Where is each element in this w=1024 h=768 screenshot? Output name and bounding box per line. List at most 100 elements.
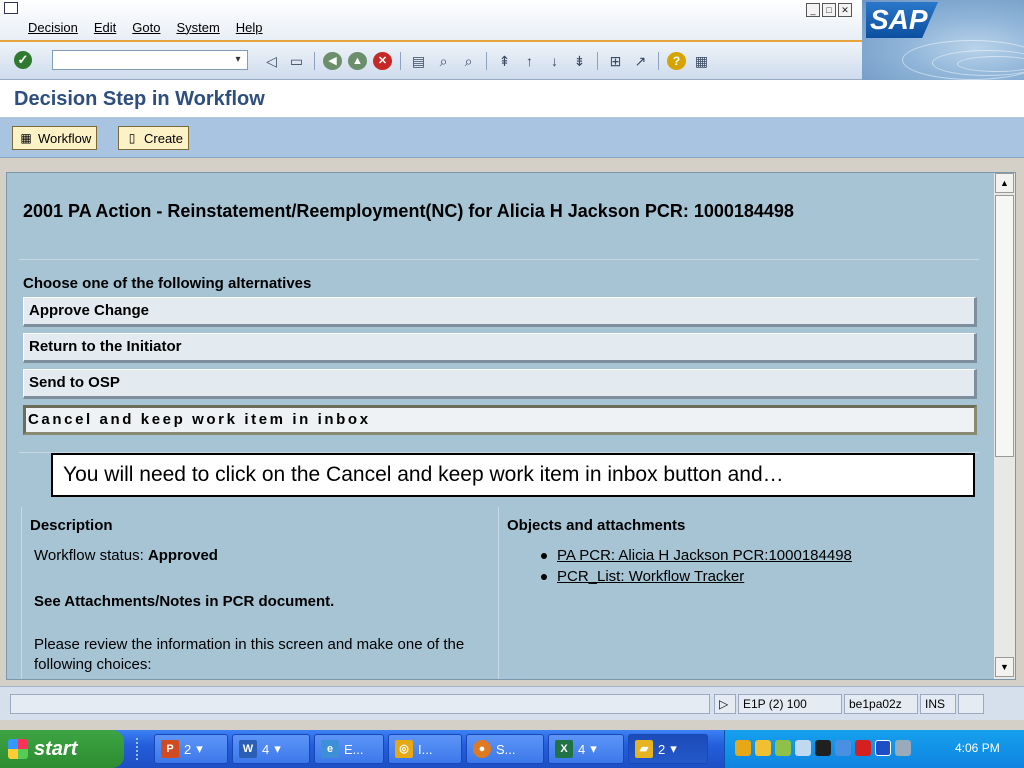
menu-list: Decision Edit Goto System Help [28,20,263,35]
list-item: PCR_List: Workflow Tracker [541,568,852,585]
system-tray: 4:06 PM [724,730,1024,768]
sap-logo-area: SAP [862,0,1024,80]
create-button[interactable]: ▯ Create [118,126,190,150]
workflow-button[interactable]: ▦ Workflow [12,126,98,150]
close-icon[interactable]: ✕ [838,3,852,17]
task-sap-gui[interactable]: ◎ I... [388,734,462,764]
network-tray-icon[interactable] [795,740,811,756]
tray-icons [735,740,911,756]
task-folder[interactable]: ▰ 2 ▾ [628,734,708,764]
list-item: PA PCR: Alicia H Jackson PCR:1000184498 [541,547,852,564]
sap-gui-icon: ◎ [395,740,413,758]
task-firefox[interactable]: ● S... [466,734,544,764]
workflow-status-value: Approved [147,547,218,564]
create-session-icon[interactable]: ⊞ [606,52,625,70]
scroll-down-icon[interactable]: ▼ [995,657,1014,677]
back-icon[interactable]: ◀ [323,52,342,70]
instruction-callout: You will need to click on the Cancel and… [51,453,975,497]
last-page-icon[interactable]: ⇟ [570,52,589,70]
create-icon: ▯ [128,131,136,145]
next-page-icon[interactable]: ↓ [545,52,564,70]
windows-taskbar: start P2 ▾ W4 ▾ e E... ◎ I... ● S... X4 ▾ ▰… [0,730,1024,768]
return-to-initiator-button[interactable]: Return to the Initiator [23,333,977,363]
help-icon[interactable]: ? [667,52,686,70]
layout-icon[interactable]: ▦ [692,52,711,70]
start-label: start [34,737,78,760]
word-icon: W [239,740,257,758]
quick-launch-divider [136,738,146,760]
folder-icon: ▰ [635,740,653,758]
status-message-field [10,694,710,714]
save-icon[interactable]: ▭ [287,52,306,70]
pencil-tray-icon[interactable] [775,740,791,756]
menu-edit[interactable]: Edit [94,20,116,35]
vertical-scrollbar[interactable]: ▲ ▼ [993,173,1015,679]
menu-goto[interactable]: Goto [132,20,160,35]
server-name: be1pa02z [844,694,918,714]
print-icon[interactable]: ▤ [409,52,428,70]
create-button-label: Create [144,130,184,146]
objects-section: Objects and attachments PA PCR: Alicia H… [507,507,987,679]
status-expand-icon[interactable]: ▷ [714,694,736,714]
workflow-status-label: Workflow status: [34,547,144,564]
scroll-up-icon[interactable]: ▲ [995,173,1014,193]
command-input[interactable] [53,51,228,69]
objects-heading: Objects and attachments [507,517,686,534]
monitor-tray-icon[interactable] [835,740,851,756]
media-tray-icon[interactable] [875,740,891,756]
workflow-tracker-link[interactable]: PCR_List: Workflow Tracker [557,568,744,585]
description-heading: Description [30,517,113,534]
command-history-icon[interactable]: ▾ [231,53,245,67]
cancel-keep-in-inbox-button[interactable]: Cancel and keep work item in inbox [23,405,977,435]
lock-icon [958,694,984,714]
attachment-list: PA PCR: Alicia H Jackson PCR:1000184498 … [541,547,852,589]
scroll-thumb[interactable] [995,195,1014,457]
sap-tray-icon[interactable] [735,740,751,756]
sap-logo: SAP [866,2,938,38]
menu-system[interactable]: System [176,20,219,35]
explorer-icon: e [321,740,339,758]
send-to-osp-button[interactable]: Send to OSP [23,369,977,399]
excel-icon: X [555,740,573,758]
printer-tray-icon[interactable] [895,740,911,756]
task-excel[interactable]: X4 ▾ [548,734,624,764]
maximize-icon[interactable]: □ [822,3,836,17]
standard-toolbar: ✓ ▾ ◁ ▭ ◀ ▲ ✕ ▤ ⌕ ⌕ ⇞ ↑ ↓ ⇟ ⊞ ↗ ? ▦ [0,42,862,80]
window-buttons: _ □ ✕ [806,3,852,17]
norton-tray-icon[interactable] [855,740,871,756]
cancel-icon[interactable]: ✕ [373,52,392,70]
status-bar: ▷ E1P (2) 100 be1pa02z INS [0,686,1024,720]
menu-help[interactable]: Help [236,20,263,35]
title-bar: Decision Step in Workflow [0,80,1024,118]
clock: 4:06 PM [955,741,1000,755]
previous-page-icon[interactable]: ↑ [520,52,539,70]
insert-mode: INS [920,694,956,714]
messenger-tray-icon[interactable] [815,740,831,756]
notes-tray-icon[interactable] [755,740,771,756]
find-icon[interactable]: ⌕ [434,52,453,70]
work-item-heading: 2001 PA Action - Reinstatement/Reemploym… [23,201,794,221]
application-toolbar: ▦ Workflow ▯ Create [0,118,1024,158]
collapse-icon[interactable]: ◁ [262,52,281,70]
menu-decision[interactable]: Decision [28,20,78,35]
page-title: Decision Step in Workflow [14,88,265,110]
enter-icon[interactable]: ✓ [14,51,32,69]
task-word[interactable]: W4 ▾ [232,734,310,764]
minimize-icon[interactable]: _ [806,3,820,17]
exit-icon[interactable]: ▲ [348,52,367,70]
shortcut-icon[interactable]: ↗ [631,52,650,70]
description-section: Description Workflow status: Approved Se… [21,507,499,679]
pa-pcr-link[interactable]: PA PCR: Alicia H Jackson PCR:1000184498 [557,547,852,564]
find-next-icon[interactable]: ⌕ [459,52,478,70]
approve-change-button[interactable]: Approve Change [23,297,977,327]
task-powerpoint[interactable]: P2 ▾ [154,734,228,764]
task-explorer[interactable]: e E... [314,734,384,764]
start-button[interactable]: start [0,730,124,768]
windows-flag-icon [8,739,28,759]
workflow-icon: ▦ [20,131,32,145]
decision-panel: 2001 PA Action - Reinstatement/Reemploym… [6,172,1016,680]
command-field[interactable]: ▾ [52,50,248,70]
system-menu-icon[interactable] [4,2,18,14]
first-page-icon[interactable]: ⇞ [495,52,514,70]
system-info: E1P (2) 100 [738,694,842,714]
